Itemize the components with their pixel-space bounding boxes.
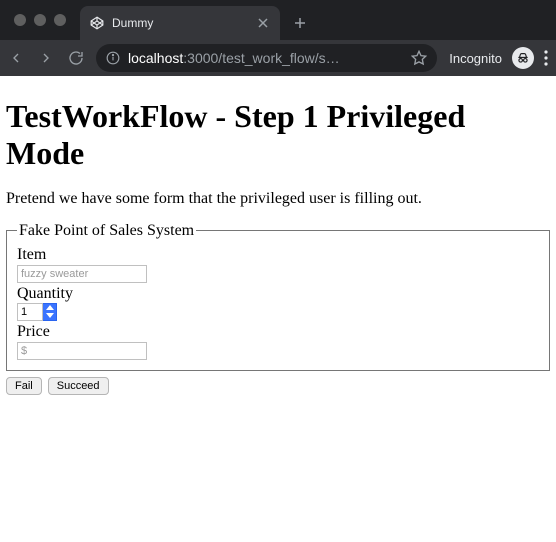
- url-text: localhost:3000/test_work_flow/s…: [128, 50, 403, 66]
- menu-icon[interactable]: [544, 50, 548, 66]
- succeed-button[interactable]: Succeed: [48, 377, 109, 395]
- price-label: Price: [17, 323, 539, 341]
- item-input[interactable]: [17, 265, 147, 283]
- reload-icon[interactable]: [68, 50, 84, 66]
- page-body: TestWorkFlow - Step 1 Privileged Mode Pr…: [0, 76, 556, 403]
- close-icon[interactable]: [256, 16, 270, 30]
- window-close-icon[interactable]: [14, 14, 26, 26]
- browser-chrome: Dummy: [0, 0, 556, 76]
- url-host: localhost: [128, 50, 183, 66]
- pos-fieldset: Fake Point of Sales System Item Quantity…: [6, 222, 550, 371]
- fail-button[interactable]: Fail: [6, 377, 42, 395]
- incognito-label: Incognito: [449, 51, 502, 66]
- quantity-label: Quantity: [17, 285, 539, 303]
- new-tab-button[interactable]: [288, 11, 312, 35]
- incognito-icon[interactable]: [512, 47, 534, 69]
- window-minimize-icon[interactable]: [34, 14, 46, 26]
- nav-buttons: [8, 50, 84, 66]
- tab-title: Dummy: [112, 16, 248, 30]
- site-info-icon[interactable]: [106, 51, 120, 65]
- quantity-stepper[interactable]: [17, 303, 539, 321]
- toolbar-right: Incognito: [449, 47, 548, 69]
- stepper-buttons: [43, 303, 57, 321]
- window-zoom-icon[interactable]: [54, 14, 66, 26]
- window-controls: [8, 14, 72, 26]
- item-label: Item: [17, 246, 539, 264]
- url-path: :3000/test_work_flow/s…: [183, 50, 339, 66]
- browser-tab[interactable]: Dummy: [80, 6, 280, 40]
- step-up-icon[interactable]: [43, 304, 56, 312]
- step-down-icon[interactable]: [43, 312, 56, 320]
- browser-toolbar: localhost:3000/test_work_flow/s… Incogni…: [0, 40, 556, 76]
- tab-strip: Dummy: [0, 0, 556, 40]
- forward-icon[interactable]: [38, 50, 54, 66]
- button-row: Fail Succeed: [6, 377, 550, 395]
- codepen-icon: [90, 16, 104, 30]
- address-bar[interactable]: localhost:3000/test_work_flow/s…: [96, 44, 437, 72]
- back-icon[interactable]: [8, 50, 24, 66]
- quantity-input[interactable]: [17, 303, 43, 321]
- bookmark-icon[interactable]: [411, 50, 427, 66]
- fieldset-legend: Fake Point of Sales System: [17, 222, 196, 240]
- price-input[interactable]: [17, 342, 147, 360]
- intro-text: Pretend we have some form that the privi…: [6, 190, 550, 208]
- page-title: TestWorkFlow - Step 1 Privileged Mode: [6, 98, 550, 172]
